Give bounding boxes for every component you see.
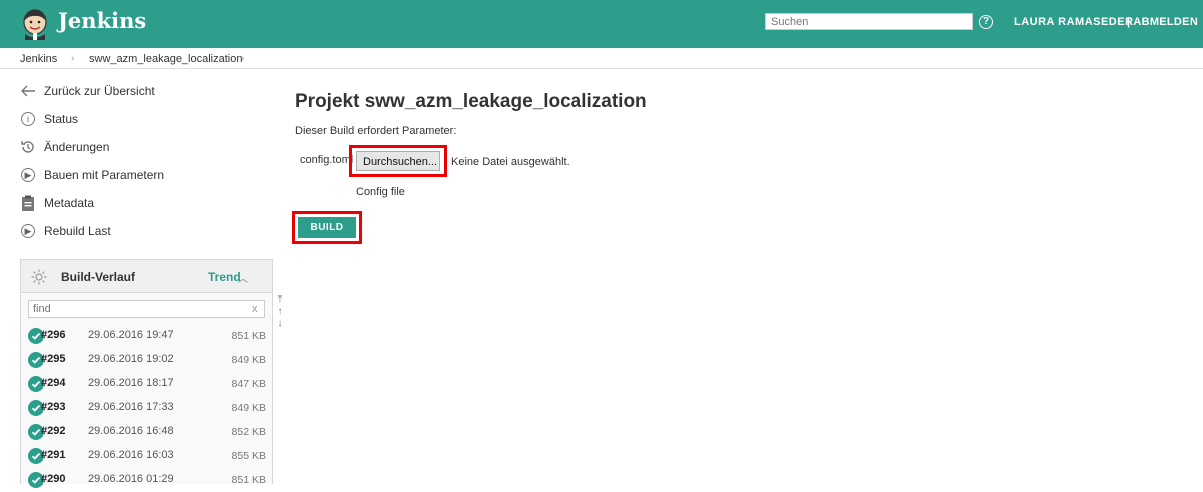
parameters-note: Dieser Build erfordert Parameter:	[295, 125, 457, 137]
brand-title[interactable]: Jenkins	[58, 8, 146, 33]
build-date-link[interactable]: 29.06.2016 01:29	[88, 473, 174, 485]
play-icon: ▶	[20, 167, 36, 183]
sidebar-item-label: Metadata	[44, 196, 95, 210]
build-size: 851 KB	[231, 474, 266, 486]
page-navigation: ⤒ ↑ ↓	[274, 294, 286, 330]
sidebar-item-label: Status	[44, 112, 79, 126]
build-date-link[interactable]: 29.06.2016 17:33	[88, 401, 174, 413]
clipboard-icon	[20, 195, 36, 211]
clear-filter-icon[interactable]: x	[252, 303, 258, 315]
arrow-left-icon	[20, 83, 36, 99]
sidebar-item-rebuild-last[interactable]: ▶ Rebuild Last	[20, 221, 111, 241]
build-filter-input[interactable]	[28, 300, 265, 318]
play-icon: ▶	[20, 223, 36, 239]
build-button[interactable]: BUILD	[298, 217, 356, 238]
help-icon[interactable]: ?	[979, 15, 993, 29]
sidebar-item-back[interactable]: Zurück zur Übersicht	[20, 81, 155, 101]
breadcrumb-jenkins[interactable]: Jenkins	[20, 53, 57, 65]
build-size: 852 KB	[231, 426, 266, 438]
breadcrumb: Jenkins › sww_azm_leakage_localization ›	[0, 48, 1203, 69]
table-row[interactable]: #290 29.06.2016 01:29 851 KB	[21, 468, 272, 492]
weather-sun-icon	[31, 269, 47, 285]
browse-button[interactable]: Durchsuchen...	[356, 151, 440, 171]
sidebar-item-label: Zurück zur Übersicht	[44, 84, 155, 98]
jenkins-logo-icon[interactable]	[19, 7, 51, 41]
build-number-link[interactable]: #295	[41, 353, 65, 365]
logout-link[interactable]: | ABMELDEN	[1127, 16, 1198, 28]
build-number-link[interactable]: #290	[41, 473, 65, 485]
sidebar-item-status[interactable]: i Status	[20, 109, 78, 129]
page-up-icon[interactable]: ↑	[274, 306, 286, 318]
search-input[interactable]	[765, 13, 973, 30]
build-date-link[interactable]: 29.06.2016 19:02	[88, 353, 174, 365]
table-row[interactable]: #296 29.06.2016 19:47 851 KB	[21, 324, 272, 348]
sidebar-item-label: Bauen mit Parametern	[44, 168, 165, 182]
page-down-icon[interactable]: ↓	[274, 318, 286, 330]
breadcrumb-separator[interactable]: ›	[71, 53, 74, 64]
parameter-label: config.toml	[300, 154, 354, 166]
build-history-header: Build-Verlauf Trend ︿	[21, 260, 272, 293]
user-link[interactable]: LAURA RAMASEDER	[1014, 16, 1134, 28]
build-size: 851 KB	[231, 330, 266, 342]
build-date-link[interactable]: 29.06.2016 16:03	[88, 449, 174, 461]
breadcrumb-project[interactable]: sww_azm_leakage_localization	[89, 53, 242, 65]
page-top-icon[interactable]: ⤒	[274, 294, 286, 306]
table-row[interactable]: #293 29.06.2016 17:33 849 KB	[21, 396, 272, 420]
build-size: 847 KB	[231, 378, 266, 390]
breadcrumb-separator[interactable]: ›	[241, 53, 244, 64]
table-row[interactable]: #294 29.06.2016 18:17 847 KB	[21, 372, 272, 396]
parameter-description: Config file	[356, 186, 405, 198]
build-number-link[interactable]: #292	[41, 425, 65, 437]
build-date-link[interactable]: 29.06.2016 19:47	[88, 329, 174, 341]
page-title: Projekt sww_azm_leakage_localization	[295, 91, 647, 112]
top-header: Jenkins ? LAURA RAMASEDER | ABMELDEN	[0, 0, 1203, 48]
build-history-title: Build-Verlauf	[61, 270, 136, 284]
trend-link[interactable]: Trend	[208, 270, 241, 284]
build-size: 849 KB	[231, 354, 266, 366]
sidebar-item-changes[interactable]: Änderungen	[20, 137, 109, 157]
chevron-up-icon[interactable]: ︿	[238, 270, 248, 285]
sidebar-item-label: Änderungen	[44, 140, 110, 154]
build-number-link[interactable]: #291	[41, 449, 65, 461]
sidebar-item-build-with-parameters[interactable]: ▶ Bauen mit Parametern	[20, 165, 164, 185]
table-row[interactable]: #291 29.06.2016 16:03 855 KB	[21, 444, 272, 468]
info-icon: i	[20, 111, 36, 127]
build-date-link[interactable]: 29.06.2016 16:48	[88, 425, 174, 437]
sidebar-item-label: Rebuild Last	[44, 224, 111, 238]
no-file-selected-text: Keine Datei ausgewählt.	[451, 156, 570, 168]
build-number-link[interactable]: #296	[41, 329, 65, 341]
table-row[interactable]: #295 29.06.2016 19:02 849 KB	[21, 348, 272, 372]
history-icon	[20, 139, 36, 155]
build-date-link[interactable]: 29.06.2016 18:17	[88, 377, 174, 389]
build-number-link[interactable]: #293	[41, 401, 65, 413]
table-row[interactable]: #292 29.06.2016 16:48 852 KB	[21, 420, 272, 444]
build-size: 849 KB	[231, 402, 266, 414]
build-history-panel: Build-Verlauf Trend ︿ x #296 29.06.2016 1…	[20, 259, 273, 488]
build-number-link[interactable]: #294	[41, 377, 65, 389]
build-size: 855 KB	[231, 450, 266, 462]
sidebar-item-metadata[interactable]: Metadata	[20, 193, 94, 213]
